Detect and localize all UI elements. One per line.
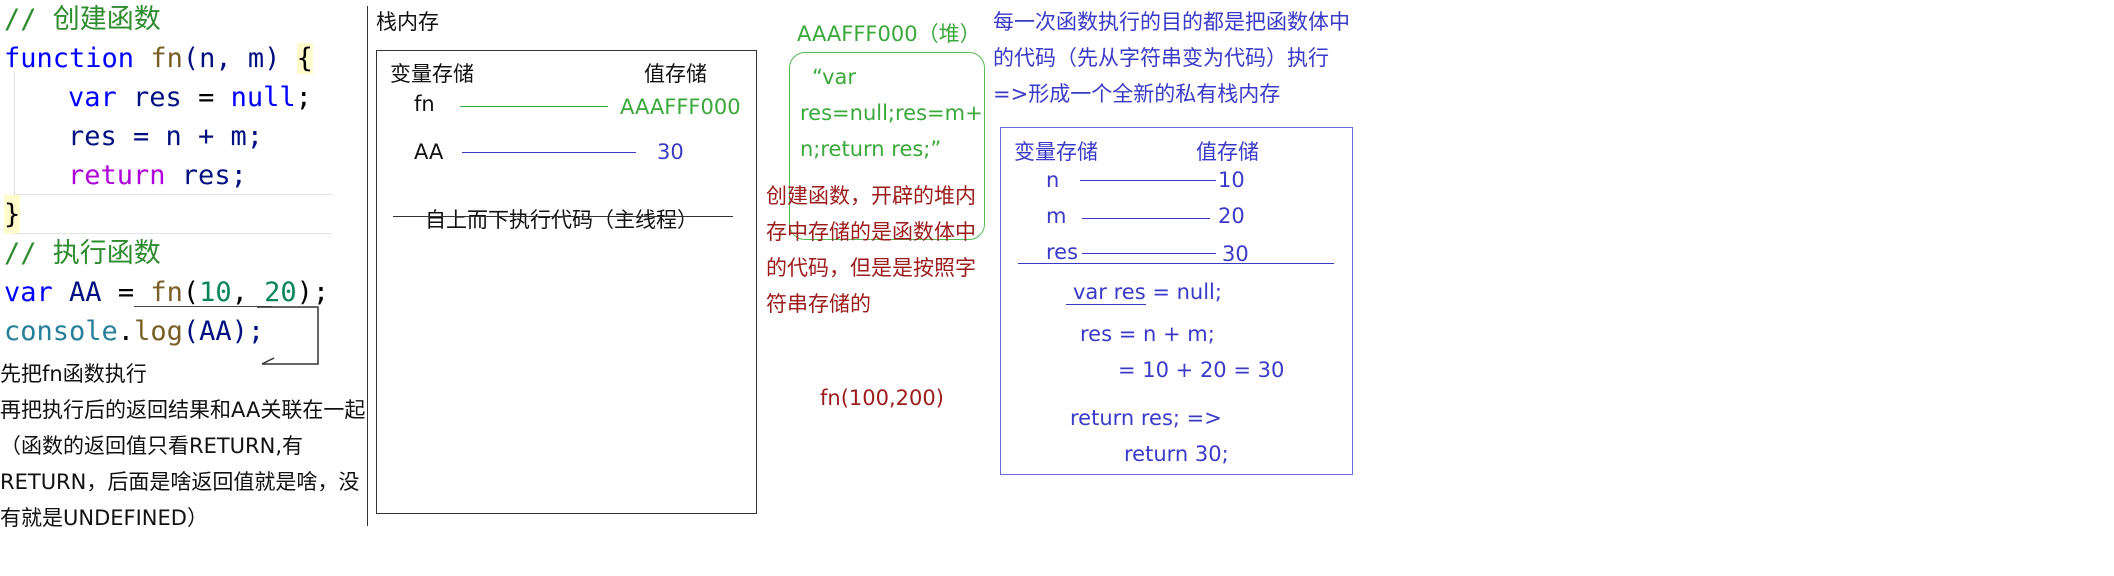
exec-line-4: return res; => bbox=[1070, 406, 1222, 430]
underline bbox=[134, 306, 272, 307]
log-args: (AA); bbox=[182, 316, 265, 347]
function-name: fn bbox=[150, 43, 183, 74]
divider-line bbox=[1018, 263, 1334, 264]
link-line bbox=[1080, 180, 1216, 181]
private-row-res-var: res bbox=[1046, 240, 1079, 264]
brace-open: { bbox=[296, 43, 313, 74]
private-row-n-var: n bbox=[1046, 168, 1060, 192]
exec-line-5: return 30; bbox=[1124, 442, 1229, 466]
operator-eq: = bbox=[101, 277, 151, 308]
strike-line bbox=[393, 216, 733, 217]
code-line-log: console.log(AA); bbox=[4, 312, 264, 351]
fn-call-label: fn(100,200) bbox=[820, 386, 944, 410]
semicolon: ; bbox=[295, 82, 312, 113]
return-value: res; bbox=[165, 160, 247, 191]
link-line bbox=[1082, 218, 1210, 219]
dot: . bbox=[117, 316, 135, 347]
divider bbox=[14, 194, 332, 195]
heap-note-line-3: 的代码，但是是按照字 bbox=[766, 256, 976, 280]
main-thread-label: 自上而下执行代码（主线程） bbox=[425, 208, 698, 232]
keyword-function: function bbox=[4, 43, 135, 74]
code-line-var: var res = null; bbox=[68, 78, 312, 117]
code-line-return: return res; bbox=[68, 156, 247, 195]
identifier-console: console bbox=[4, 316, 118, 347]
note-line-4: RETURN，后面是啥返回值就是啥，没 bbox=[0, 470, 360, 494]
method-log: log bbox=[134, 316, 183, 347]
stack-row-fn-val: AAAFFF000 bbox=[620, 95, 741, 119]
heap-note-line-4: 符串存储的 bbox=[766, 292, 871, 316]
separator-line bbox=[367, 6, 368, 526]
comment-create: // 创建函数 bbox=[4, 4, 161, 35]
heap-note-line-1: 创建函数，开辟的堆内 bbox=[766, 184, 976, 208]
exec-line-3: = 10 + 20 = 30 bbox=[1118, 358, 1285, 382]
link-line bbox=[460, 106, 608, 107]
heap-body-line-1: “var bbox=[812, 65, 857, 89]
stack-var-header: 变量存储 bbox=[390, 62, 474, 86]
note-line-3: （函数的返回值只看RETURN,有 bbox=[0, 434, 304, 458]
keyword-var: var bbox=[4, 277, 53, 308]
operator-eq: = bbox=[181, 82, 231, 113]
stack-title: 栈内存 bbox=[376, 10, 439, 34]
heap-note-line-2: 存中存储的是函数体中 bbox=[766, 220, 976, 244]
comment-exec: // 执行函数 bbox=[4, 238, 161, 269]
brace-close: } bbox=[4, 195, 21, 234]
stack-row-fn-var: fn bbox=[414, 92, 435, 116]
private-row-m-val: 20 bbox=[1218, 204, 1245, 228]
stack-row-AA-var: AA bbox=[414, 140, 444, 164]
function-call-name: fn bbox=[150, 277, 183, 308]
link-line bbox=[462, 152, 636, 153]
stack-memory-box bbox=[376, 50, 757, 514]
private-row-m-var: m bbox=[1046, 204, 1067, 228]
private-desc-line-2: 的代码（先从字符串变为代码）执行 bbox=[993, 46, 1329, 70]
private-desc-line-3: =>形成一个全新的私有栈内存 bbox=[993, 82, 1281, 106]
note-line-1: 先把fn函数执行 bbox=[0, 362, 147, 386]
arg-2: 20 bbox=[264, 277, 297, 308]
keyword-var: var bbox=[68, 82, 117, 113]
link-line bbox=[1082, 253, 1216, 254]
comma: , bbox=[231, 277, 265, 308]
private-row-n-val: 10 bbox=[1218, 168, 1245, 192]
identifier-AA: AA bbox=[69, 277, 102, 308]
exec-line-1: var res = null; bbox=[1073, 280, 1222, 304]
function-params: (n, m) bbox=[182, 43, 281, 74]
stack-row-AA-val: 30 bbox=[657, 140, 684, 164]
keyword-null: null bbox=[230, 82, 296, 113]
heap-body-line-3: n;return res;” bbox=[800, 137, 942, 161]
call-close: ); bbox=[296, 277, 330, 308]
private-var-header: 变量存储 bbox=[1014, 140, 1098, 164]
identifier-res: res bbox=[133, 82, 182, 113]
heap-address: AAAFFF000（堆） bbox=[797, 22, 981, 46]
exec-line-2: res = n + m; bbox=[1080, 322, 1215, 346]
bracket-arrow bbox=[257, 306, 319, 365]
note-line-5: 有就是UNDEFINED） bbox=[0, 506, 208, 530]
underline bbox=[1066, 304, 1146, 305]
arg-1: 10 bbox=[199, 277, 232, 308]
heap-body-line-2: res=null;res=m+ bbox=[800, 101, 983, 125]
stack-val-header: 值存储 bbox=[644, 62, 707, 86]
private-desc-line-1: 每一次函数执行的目的都是把函数体中 bbox=[993, 10, 1350, 34]
private-val-header: 值存储 bbox=[1196, 140, 1259, 164]
code-line-assign: res = n + m; bbox=[68, 121, 264, 152]
keyword-return: return bbox=[68, 160, 166, 191]
function-declaration-line: function fn(n, m) { bbox=[4, 39, 313, 78]
paren-open: ( bbox=[182, 277, 200, 308]
note-line-2: 再把执行后的返回结果和AA关联在一起 bbox=[0, 398, 366, 422]
